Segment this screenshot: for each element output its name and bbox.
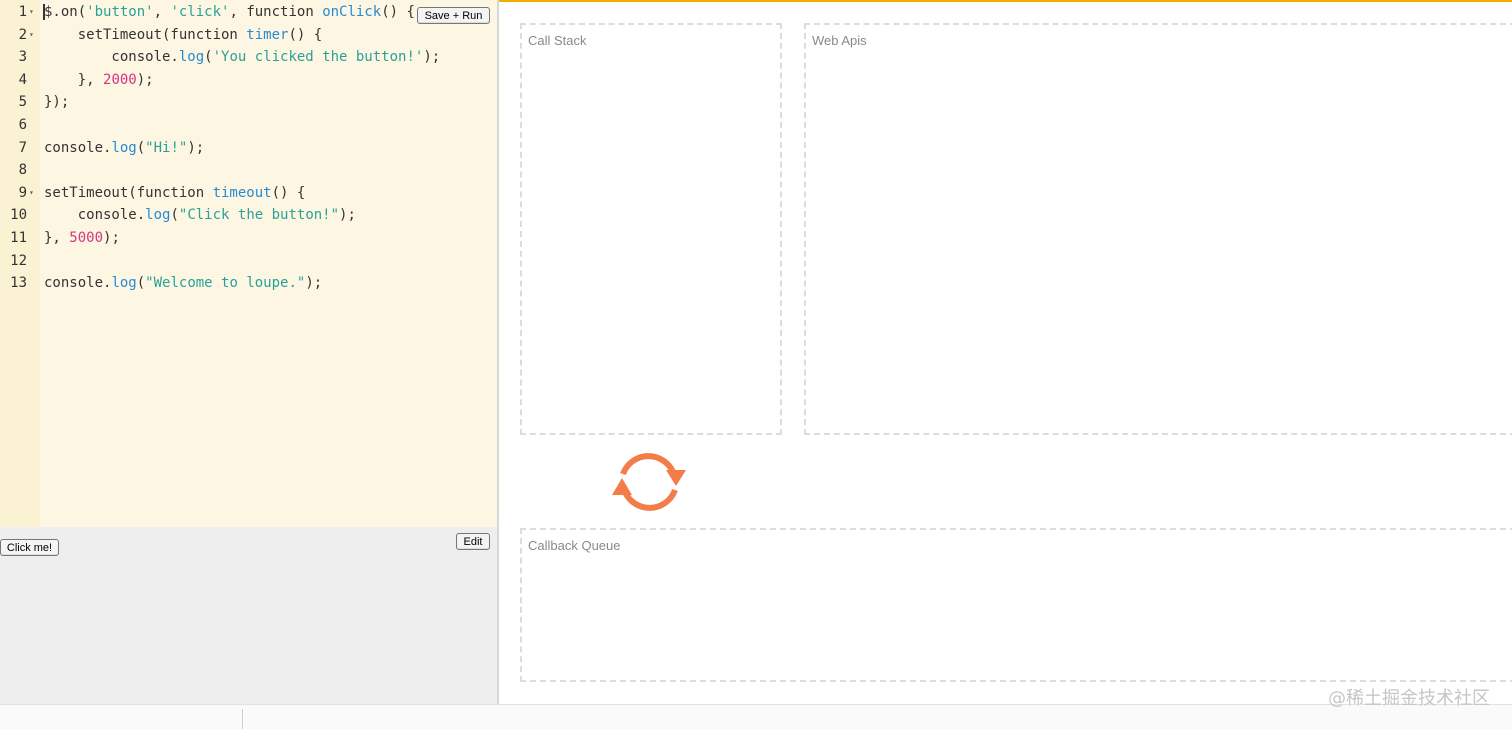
code-token: console. — [44, 139, 112, 156]
function-token: log — [145, 207, 171, 224]
html-output-pane: Click me! Edit — [0, 527, 497, 704]
code-editor[interactable]: 1 ▾ $.on('button', 'click', function onCli… — [0, 0, 497, 527]
line-number: 11 — [10, 230, 27, 246]
line-number: 9 — [18, 184, 27, 201]
fold-arrow-icon[interactable]: ▾ — [29, 1, 34, 24]
string-token: 'click' — [170, 4, 230, 20]
code-token: }, — [44, 71, 104, 88]
line-number: 12 — [10, 252, 27, 269]
code-token: console. — [44, 49, 179, 66]
code-text: setTimeout(function timer() { — [44, 24, 322, 47]
code-line: 12 — [0, 250, 497, 273]
callback-queue-title: Callback Queue — [528, 538, 621, 553]
code-token: ); — [423, 49, 441, 66]
function-token: log — [178, 49, 205, 66]
fold-arrow-icon[interactable]: ▾ — [29, 24, 34, 47]
number-token: 5000 — [69, 230, 104, 246]
string-token: 'button' — [86, 4, 154, 20]
code-line: 6 — [0, 114, 497, 137]
code-text: setTimeout(function timeout() { — [44, 182, 305, 205]
code-line: 5}); — [0, 91, 497, 114]
line-number: 4 — [18, 71, 27, 88]
bottom-separator — [242, 709, 243, 729]
code-token: setTimeout(function — [44, 184, 213, 201]
code-token: console. — [44, 275, 112, 292]
code-text: }, 5000); — [44, 227, 120, 250]
code-line: 2 ▾ setTimeout(function timer() { — [0, 24, 497, 47]
code-token: }); — [44, 94, 70, 111]
code-text: console.log('You clicked the button!'); — [44, 46, 440, 69]
code-line: 7 console.log("Hi!"); — [0, 137, 497, 160]
edit-button[interactable]: Edit — [456, 533, 490, 550]
code-token: setTimeout(function — [44, 26, 247, 43]
code-line: 10 console.log("Click the button!"); — [0, 204, 497, 227]
function-token: log — [111, 139, 137, 156]
code-token: ); — [339, 207, 356, 224]
text-cursor — [43, 4, 45, 20]
code-token: ( — [204, 49, 213, 66]
code-text: }, 2000); — [44, 69, 154, 92]
code-token: ( — [170, 207, 179, 224]
code-token: , function — [229, 4, 323, 20]
code-token: }, — [44, 230, 70, 246]
code-token: () { — [381, 4, 415, 20]
fold-arrow-icon[interactable]: ▾ — [29, 182, 34, 205]
code-line: 13 console.log("Welcome to loupe."); — [0, 272, 497, 295]
code-token: ); — [136, 71, 154, 88]
string-token: "Hi!" — [145, 139, 188, 156]
call-stack-title: Call Stack — [528, 33, 587, 48]
code-line: 9 ▾ setTimeout(function timeout() { — [0, 182, 497, 205]
line-number: 7 — [18, 139, 27, 156]
string-token: "Click the button!" — [178, 207, 340, 224]
top-accent-line — [498, 0, 1512, 2]
line-number: 5 — [18, 94, 27, 111]
code-token: console. — [44, 207, 146, 224]
line-number: 10 — [10, 207, 27, 224]
function-token: log — [111, 275, 137, 292]
code-text: }); — [44, 91, 69, 114]
web-apis-title: Web Apis — [812, 33, 867, 48]
bottom-bar — [0, 704, 1512, 729]
function-token: onClick — [322, 4, 382, 20]
pane-divider[interactable] — [497, 0, 499, 704]
code-token: ); — [103, 230, 120, 246]
call-stack-panel: Call Stack — [520, 23, 782, 435]
line-number: 2 — [18, 26, 27, 43]
code-token: $.on( — [44, 4, 87, 20]
code-line: 4 }, 2000); — [0, 69, 497, 92]
code-line: 8 — [0, 159, 497, 182]
number-token: 2000 — [103, 71, 137, 88]
string-token: 'You clicked the button!' — [212, 49, 424, 66]
code-token: ( — [136, 139, 146, 156]
code-token: ); — [305, 275, 323, 292]
watermark-text: @稀土掘金技术社区 — [1328, 688, 1490, 709]
line-number: 13 — [10, 275, 27, 292]
click-me-button[interactable]: Click me! — [0, 539, 59, 556]
code-line: 11}, 5000); — [0, 227, 497, 250]
code-token: , — [153, 4, 171, 20]
function-token: timer — [246, 26, 289, 43]
line-number: 3 — [18, 49, 27, 66]
string-token: "Welcome to loupe." — [145, 275, 306, 292]
web-apis-panel: Web Apis — [804, 23, 1512, 435]
save-run-button[interactable]: Save + Run — [417, 7, 490, 24]
code-token: () { — [288, 26, 323, 43]
code-text: console.log("Hi!"); — [44, 137, 204, 160]
code-token: ( — [136, 275, 146, 292]
line-number: 1 — [18, 4, 27, 20]
event-loop-icon — [609, 450, 689, 514]
code-line: 3 console.log('You clicked the button!')… — [0, 46, 497, 69]
line-number: 6 — [18, 117, 27, 133]
code-text: console.log("Welcome to loupe."); — [44, 272, 322, 295]
code-token: ); — [187, 139, 205, 156]
code-text: console.log("Click the button!"); — [44, 204, 356, 227]
function-token: timeout — [212, 184, 272, 201]
callback-queue-panel: Callback Queue — [520, 528, 1512, 682]
code-token: () { — [271, 184, 306, 201]
code-text: $.on('button', 'click', function onClick… — [44, 1, 415, 24]
line-number: 8 — [18, 162, 27, 179]
